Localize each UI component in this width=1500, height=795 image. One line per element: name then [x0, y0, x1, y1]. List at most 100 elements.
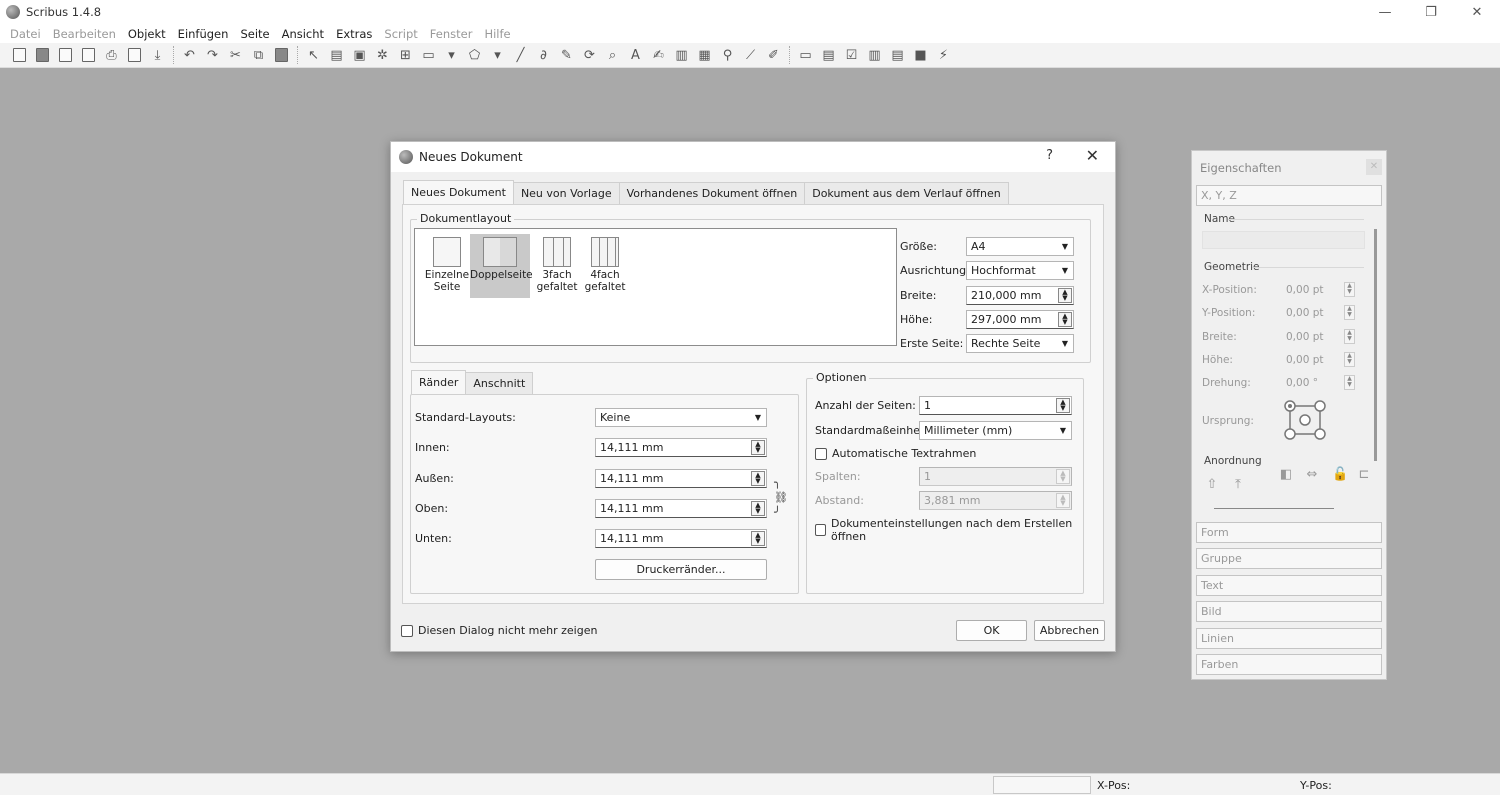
ok-button[interactable]: OK	[956, 620, 1027, 641]
origin-selector-icon[interactable]	[1284, 400, 1326, 440]
spin-arrows-icon[interactable]: ▲ ▼	[1058, 312, 1072, 327]
spin-arrows-icon[interactable]: ▲ ▼	[1344, 329, 1355, 344]
chain-link-icon[interactable]: ╮ ⛓ ╯	[774, 475, 788, 520]
bring-to-front-icon[interactable]: ⤒	[1230, 477, 1246, 493]
pages-count-field[interactable]: 1 ▲ ▼	[919, 396, 1072, 415]
pdf-listbox-icon[interactable]: ▤	[889, 46, 907, 64]
tab-open-recent[interactable]: Dokument aus dem Verlauf öffnen	[804, 182, 1009, 204]
flip-icon[interactable]: ◧	[1278, 467, 1294, 483]
paste-icon[interactable]	[273, 46, 291, 64]
bezier-icon[interactable]: ∂	[535, 46, 553, 64]
size-select[interactable]: A4 ▼	[966, 237, 1074, 256]
pdf-button-icon[interactable]: ▭	[797, 46, 815, 64]
menu-script[interactable]: Script	[378, 27, 423, 41]
flip-horizontal-icon[interactable]: ⇔	[1304, 467, 1320, 483]
lock-icon[interactable]: 🔓	[1332, 467, 1348, 483]
spin-arrows-icon[interactable]: ▲ ▼	[1344, 305, 1355, 320]
pdf-annotation-icon[interactable]: ■	[912, 46, 930, 64]
spin-arrows-icon[interactable]: ▲ ▼	[1056, 469, 1070, 484]
open-settings-checkbox[interactable]: Dokumenteinstellungen nach dem Erstellen…	[815, 517, 1083, 543]
menu-einfuegen[interactable]: Einfügen	[172, 27, 235, 41]
layout-4fold[interactable]: 4fach gefaltet	[575, 234, 635, 298]
tab-bleed[interactable]: Anschnitt	[465, 372, 534, 394]
first-page-select[interactable]: Rechte Seite ▼	[966, 334, 1074, 353]
spin-arrows-icon[interactable]: ▲ ▼	[1344, 282, 1355, 297]
copy-icon[interactable]: ⧉	[250, 46, 268, 64]
close-icon[interactable]: ✕	[1366, 159, 1382, 175]
size-lock-icon[interactable]: ⊏	[1356, 467, 1372, 483]
standard-layouts-select[interactable]: Keine ▼	[595, 408, 767, 427]
printer-margins-button[interactable]: Druckerränder...	[595, 559, 767, 580]
menu-ansicht[interactable]: Ansicht	[276, 27, 330, 41]
section-colors[interactable]: Farben	[1196, 654, 1382, 675]
rotation-value[interactable]: 0,00 °	[1286, 377, 1318, 389]
tab-margins[interactable]: Ränder	[411, 370, 467, 394]
shape-icon[interactable]: ▭	[420, 46, 438, 64]
gap-field[interactable]: 3,881 mm ▲ ▼	[919, 491, 1072, 510]
preflight-icon[interactable]	[126, 46, 144, 64]
top-field[interactable]: 14,111 mm ▲ ▼	[595, 499, 767, 518]
orientation-select[interactable]: Hochformat ▼	[966, 261, 1074, 280]
pdf-combobox-icon[interactable]: ▥	[866, 46, 884, 64]
section-text[interactable]: Text	[1196, 575, 1382, 596]
section-image[interactable]: Bild	[1196, 601, 1382, 622]
section-xyz[interactable]: X, Y, Z	[1196, 185, 1382, 206]
menu-hilfe[interactable]: Hilfe	[478, 27, 516, 41]
edit-contents-icon[interactable]: A	[627, 46, 645, 64]
menu-extras[interactable]: Extras	[330, 27, 378, 41]
spin-arrows-icon[interactable]: ▲ ▼	[751, 501, 765, 516]
tab-open-existing[interactable]: Vorhandenes Dokument öffnen	[618, 182, 806, 204]
spin-arrows-icon[interactable]: ▲ ▼	[751, 471, 765, 486]
polygon-dropdown-icon[interactable]: ▾	[489, 46, 507, 64]
close-button[interactable]: ✕	[1454, 0, 1500, 24]
inner-field[interactable]: 14,111 mm ▲ ▼	[595, 438, 767, 457]
dont-show-checkbox[interactable]: Diesen Dialog nicht mehr zeigen	[401, 624, 597, 637]
columns-field[interactable]: 1 ▲ ▼	[919, 467, 1072, 486]
export-pdf-icon[interactable]: ⤓	[149, 46, 167, 64]
panel-scrollbar[interactable]	[1374, 229, 1377, 461]
unlink-frames-icon[interactable]: ▦	[696, 46, 714, 64]
menu-datei[interactable]: Datei	[4, 27, 47, 41]
xpos-value[interactable]: 0,00 pt	[1286, 284, 1324, 296]
close-document-icon[interactable]	[80, 46, 98, 64]
text-frame-icon[interactable]: ▤	[328, 46, 346, 64]
render-frame-icon[interactable]: ✲	[374, 46, 392, 64]
select-icon[interactable]: ↖	[305, 46, 323, 64]
spin-arrows-icon[interactable]: ▲ ▼	[1056, 493, 1070, 508]
spin-arrows-icon[interactable]: ▲ ▼	[1058, 288, 1072, 303]
save-icon[interactable]	[57, 46, 75, 64]
open-document-icon[interactable]	[34, 46, 52, 64]
outer-field[interactable]: 14,111 mm ▲ ▼	[595, 469, 767, 488]
dialog-close-button[interactable]: ✕	[1086, 146, 1099, 165]
copy-properties-icon[interactable]: ⟋	[742, 46, 760, 64]
name-field[interactable]	[1202, 231, 1365, 249]
layout-double-page[interactable]: Doppelseite	[470, 234, 533, 298]
redo-icon[interactable]: ↷	[204, 46, 222, 64]
restore-button[interactable]: ❐	[1408, 0, 1454, 24]
menu-bearbeiten[interactable]: Bearbeiten	[47, 27, 122, 41]
help-button[interactable]: ?	[1046, 148, 1053, 163]
auto-text-frames-checkbox[interactable]: Automatische Textrahmen	[815, 447, 976, 460]
menu-seite[interactable]: Seite	[234, 27, 275, 41]
menu-fenster[interactable]: Fenster	[424, 27, 479, 41]
new-document-icon[interactable]	[11, 46, 29, 64]
polygon-icon[interactable]: ⬠	[466, 46, 484, 64]
section-lines[interactable]: Linien	[1196, 628, 1382, 649]
spin-arrows-icon[interactable]: ▲ ▼	[1344, 375, 1355, 390]
prop-width-value[interactable]: 0,00 pt	[1286, 331, 1324, 343]
cut-icon[interactable]: ✂	[227, 46, 245, 64]
line-icon[interactable]: ╱	[512, 46, 530, 64]
measure-icon[interactable]: ⚲	[719, 46, 737, 64]
menu-objekt[interactable]: Objekt	[122, 27, 172, 41]
image-frame-icon[interactable]: ▣	[351, 46, 369, 64]
rotate-icon[interactable]: ⟳	[581, 46, 599, 64]
pdf-link-icon[interactable]: ⚡	[935, 46, 953, 64]
tab-new-from-template[interactable]: Neu von Vorlage	[512, 182, 620, 204]
shape-dropdown-icon[interactable]: ▾	[443, 46, 461, 64]
bottom-field[interactable]: 14,111 mm ▲ ▼	[595, 529, 767, 548]
height-field[interactable]: 297,000 mm ▲ ▼	[966, 310, 1074, 329]
spin-arrows-icon[interactable]: ▲ ▼	[1056, 398, 1070, 413]
section-form[interactable]: Form	[1196, 522, 1382, 543]
spin-arrows-icon[interactable]: ▲ ▼	[1344, 352, 1355, 367]
print-icon[interactable]: ⎙	[103, 46, 121, 64]
